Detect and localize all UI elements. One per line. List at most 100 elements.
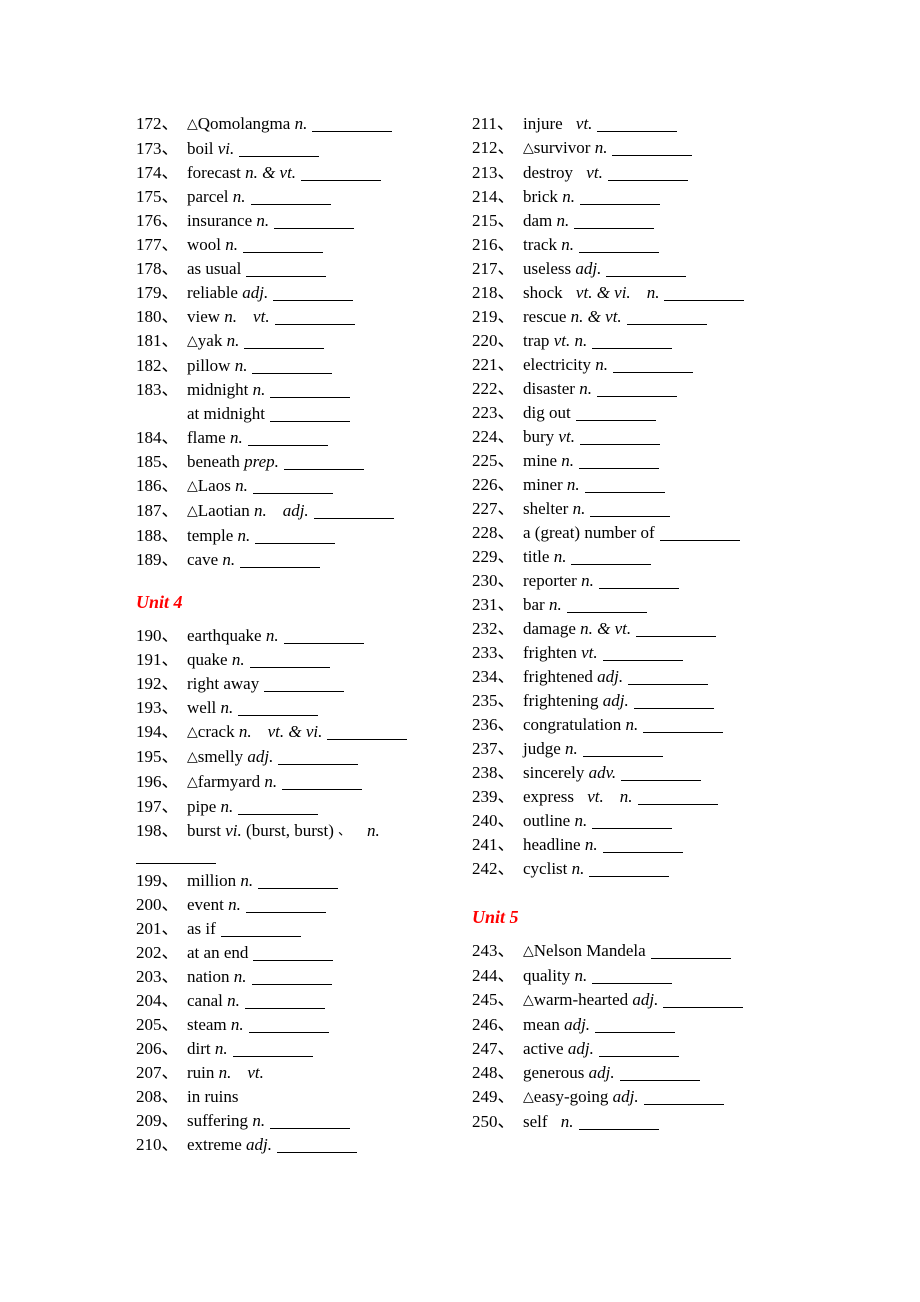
answer-blank[interactable] — [574, 212, 655, 230]
answer-blank[interactable] — [270, 1112, 351, 1130]
answer-blank[interactable] — [312, 115, 393, 133]
answer-blank[interactable] — [582, 740, 663, 758]
answer-blank[interactable] — [283, 627, 364, 645]
answer-blank[interactable] — [240, 551, 321, 569]
entry-word: △crack — [187, 722, 235, 741]
answer-blank[interactable] — [571, 548, 652, 566]
answer-blank[interactable] — [637, 788, 718, 806]
answer-blank[interactable] — [276, 1136, 357, 1154]
answer-blank[interactable] — [238, 699, 319, 717]
part-of-speech: n. — [220, 307, 238, 326]
answer-blank[interactable] — [590, 500, 671, 518]
vocab-entry: 222、 disaster n. — [472, 377, 812, 401]
part-of-speech: n. — [223, 895, 241, 914]
answer-blank[interactable] — [575, 404, 656, 422]
answer-blank[interactable] — [592, 812, 673, 830]
answer-blank[interactable] — [239, 140, 320, 158]
answer-blank[interactable] — [252, 477, 333, 495]
answer-blank[interactable] — [592, 332, 673, 350]
answer-blank[interactable] — [327, 723, 408, 741]
answer-blank[interactable] — [659, 524, 740, 542]
answer-blank[interactable] — [246, 260, 327, 278]
left-column: 172、 △Qomolangma n. 173、 boil vi. 174、 foreca… — [136, 112, 466, 1157]
answer-blank[interactable] — [238, 798, 319, 816]
vocab-entry: 195、 △smelly adj. — [136, 745, 466, 770]
vocab-entry: 246、 mean adj. — [472, 1013, 812, 1037]
answer-blank[interactable] — [663, 991, 744, 1009]
answer-blank[interactable] — [628, 668, 709, 686]
answer-blank[interactable] — [243, 236, 323, 254]
answer-blank[interactable] — [621, 764, 702, 782]
answer-blank[interactable] — [664, 284, 745, 302]
answer-blank[interactable] — [597, 115, 678, 133]
answer-blank[interactable] — [258, 872, 339, 890]
answer-blank[interactable] — [270, 381, 351, 399]
answer-blank[interactable] — [253, 944, 334, 962]
answer-blank[interactable] — [264, 675, 345, 693]
answer-blank[interactable] — [596, 380, 677, 398]
entry-number: 190、 — [136, 626, 179, 645]
answer-blank[interactable] — [650, 942, 731, 960]
entry-word: bar — [523, 595, 545, 614]
answer-blank[interactable] — [612, 356, 693, 374]
part-of-speech: vt. n. — [549, 331, 588, 350]
answer-blank[interactable] — [244, 332, 325, 350]
answer-blank[interactable] — [247, 429, 328, 447]
answer-blank[interactable] — [598, 572, 679, 590]
answer-blank[interactable] — [249, 651, 330, 669]
entry-number: 202、 — [136, 943, 179, 962]
answer-blank[interactable] — [626, 308, 707, 326]
answer-blank[interactable] — [250, 188, 331, 206]
answer-blank[interactable] — [602, 836, 683, 854]
vocab-entry: 225、 mine n. — [472, 449, 812, 473]
answer-blank[interactable] — [643, 716, 724, 734]
answer-blank[interactable] — [589, 860, 670, 878]
answer-blank[interactable] — [248, 1016, 329, 1034]
vocab-entry: 213、 destroy vt. — [472, 161, 812, 185]
answer-blank[interactable] — [595, 1016, 676, 1034]
answer-blank[interactable] — [274, 308, 355, 326]
answer-blank[interactable] — [274, 212, 355, 230]
answer-blank[interactable] — [592, 967, 673, 985]
answer-blank[interactable] — [220, 920, 301, 938]
part-of-speech: adj. — [571, 259, 602, 278]
answer-blank[interactable] — [578, 236, 659, 254]
answer-blank[interactable] — [313, 502, 394, 520]
answer-blank[interactable] — [579, 428, 660, 446]
answer-blank[interactable] — [566, 596, 647, 614]
answer-blank[interactable] — [579, 188, 660, 206]
answer-blank[interactable] — [612, 139, 693, 157]
answer-blank[interactable] — [136, 848, 216, 865]
answer-blank[interactable] — [245, 896, 326, 914]
vocab-entry: 216、 track n. — [472, 233, 812, 257]
entry-word: dirt — [187, 1039, 211, 1058]
answer-blank[interactable] — [606, 260, 687, 278]
part-of-speech: n. — [229, 967, 247, 986]
answer-blank[interactable] — [607, 164, 688, 182]
answer-blank[interactable] — [273, 284, 354, 302]
answer-blank[interactable] — [269, 405, 350, 423]
answer-blank[interactable] — [282, 773, 363, 791]
answer-blank[interactable] — [244, 992, 325, 1010]
entry-word: pipe — [187, 797, 217, 816]
answer-blank[interactable] — [602, 644, 683, 662]
answer-blank[interactable] — [636, 620, 717, 638]
answer-blank[interactable] — [584, 476, 665, 494]
answer-blank[interactable] — [598, 1040, 679, 1058]
answer-blank[interactable] — [633, 692, 714, 710]
answer-blank[interactable] — [578, 1113, 659, 1131]
answer-blank[interactable] — [643, 1088, 724, 1106]
answer-blank[interactable] — [252, 357, 333, 375]
answer-blank[interactable] — [251, 968, 332, 986]
entry-word: canal — [187, 991, 223, 1010]
answer-blank[interactable] — [301, 164, 382, 182]
part-of-speech: vi. — [221, 821, 242, 840]
answer-blank[interactable] — [283, 453, 364, 471]
answer-blank[interactable] — [278, 748, 359, 766]
entry-word: △easy-going — [523, 1087, 609, 1106]
answer-blank[interactable] — [619, 1064, 700, 1082]
entry-number: 192、 — [136, 674, 179, 693]
answer-blank[interactable] — [232, 1040, 313, 1058]
answer-blank[interactable] — [255, 527, 336, 545]
answer-blank[interactable] — [579, 452, 659, 470]
